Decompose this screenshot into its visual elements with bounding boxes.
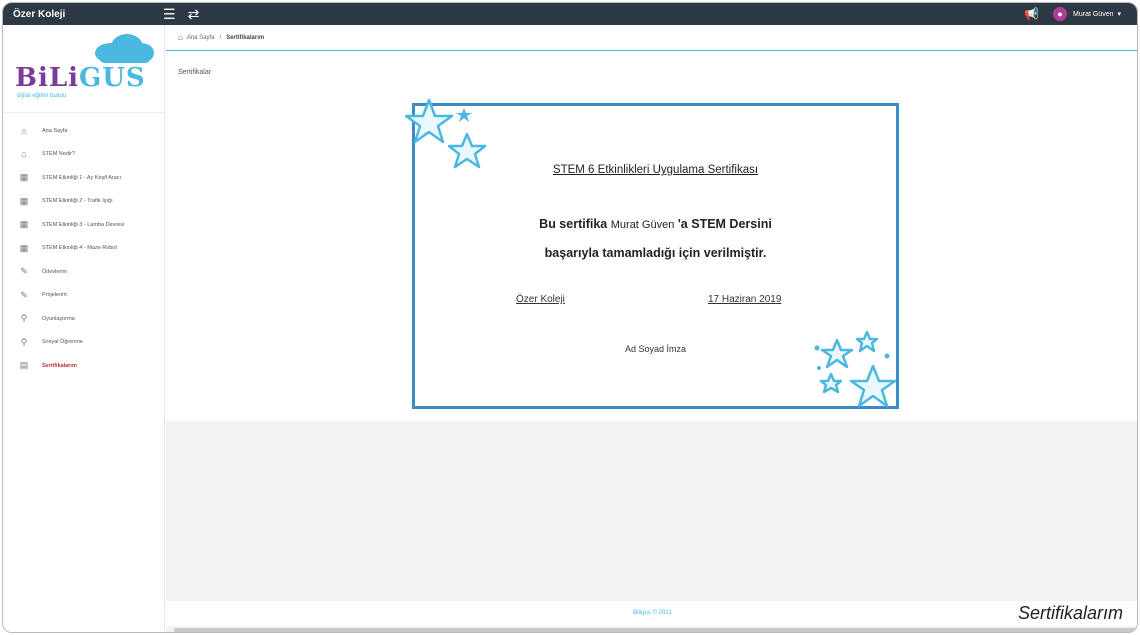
- home-icon[interactable]: ⌂: [178, 33, 183, 42]
- footer: Biligus © 2021: [166, 601, 1137, 626]
- certificates-panel: Sertifikalar STEM 6 Etkinlikleri Uygulam…: [166, 51, 1137, 421]
- certificate-line-2: başarıyla tamamladığı için verilmiştir.: [544, 246, 767, 260]
- layers-icon: ▦: [19, 242, 29, 253]
- swap-icon[interactable]: ⇄: [188, 3, 200, 25]
- panel-title: Sertifikalar: [178, 69, 212, 76]
- certificate-school: Özer Koleji: [516, 294, 565, 305]
- logo-subtitle: dijital eğitim bulutu: [17, 93, 67, 99]
- file-icon: ▤: [19, 360, 29, 371]
- megaphone-icon[interactable]: 📢: [1024, 7, 1039, 21]
- pin-icon: ⚲: [20, 336, 28, 347]
- user-name[interactable]: Murat Güven: [1073, 11, 1113, 18]
- recipient-name: Murat Güven: [610, 219, 675, 231]
- sidebar-menu: ⌂ Ana Sayfa ⌂ STEM Nedir? ▦ STEM Etkinliği …: [3, 113, 164, 378]
- cloud-icon: [95, 34, 154, 63]
- caption-label: Sertifikalarım: [1017, 603, 1123, 623]
- logo-text: BiLiGUS: [15, 63, 146, 93]
- certificate-body: Bu sertifika Murat Güven 'a STEM Dersini…: [415, 210, 896, 267]
- sidebar-item-stem-2[interactable]: ▦ STEM Etkinliği 2 - Trafik Işığı: [3, 190, 164, 214]
- pin-icon: ⚲: [20, 313, 28, 324]
- certificate: STEM 6 Etkinlikleri Uygulama Sertifikası…: [405, 98, 899, 409]
- brand-name[interactable]: Özer Koleji: [3, 9, 163, 20]
- main-content: ⌂ Ana Sayfa / Sertifikalarım Sertifikala…: [166, 25, 1137, 632]
- layers-icon: ▦: [19, 219, 29, 230]
- breadcrumb: ⌂ Ana Sayfa / Sertifikalarım: [166, 25, 1137, 51]
- certificate-line-1: Bu sertifika Murat Güven 'a STEM Dersini: [539, 217, 772, 231]
- sidebar-item-stem-1[interactable]: ▦ STEM Etkinliği 1 - Ay Keşif Aracı: [3, 166, 164, 190]
- edit-icon: ✎: [20, 289, 28, 300]
- menu-icon[interactable]: ☰: [163, 3, 176, 25]
- sidebar-item-home[interactable]: ⌂ Ana Sayfa: [3, 119, 164, 143]
- certificate-date: 17 Haziran 2019: [708, 294, 782, 305]
- breadcrumb-home[interactable]: Ana Sayfa: [187, 35, 215, 41]
- sidebar-item-oyunlastirma[interactable]: ⚲ Oyunlaştırma: [3, 307, 164, 331]
- screenshot-frame: Özer Koleji ☰ ⇄ 📢 ● Murat Güven ▾ BiLiGU…: [2, 2, 1138, 633]
- sidebar-item-sertifikalarim[interactable]: ▤ Sertifikalarım: [3, 354, 164, 378]
- breadcrumb-current: Sertifikalarım: [226, 34, 265, 41]
- sidebar-item-stem-3[interactable]: ▦ STEM Etkinliği 3 - Lamba Devresi: [3, 213, 164, 237]
- certificate-title: STEM 6 Etkinlikleri Uygulama Sertifikası: [552, 164, 759, 176]
- user-avatar-icon[interactable]: ●: [1053, 7, 1068, 21]
- home-icon: ⌂: [21, 125, 27, 136]
- sidebar-item-odevlerim[interactable]: ✎ Ödevlerim: [3, 260, 164, 284]
- layers-icon: ▦: [19, 195, 29, 206]
- top-bar-right: 📢 ● Murat Güven ▾: [1024, 7, 1137, 21]
- layers-icon: ▦: [19, 172, 29, 183]
- sidebar-item-stem-nedir[interactable]: ⌂ STEM Nedir?: [3, 143, 164, 167]
- stars-decoration-icon: [814, 330, 897, 408]
- sidebar-item-stem-4[interactable]: ▦ STEM Etkinliği 4 - Maze Robot: [3, 237, 164, 261]
- sidebar-item-projelerim[interactable]: ✎ Projelerim: [3, 284, 164, 308]
- logo[interactable]: BiLiGUS dijital eğitim bulutu: [3, 25, 164, 113]
- edit-icon: ✎: [20, 266, 28, 277]
- sidebar-item-sosyal-ogrenme[interactable]: ⚲ Sosyal Öğrenme: [3, 331, 164, 355]
- chevron-down-icon[interactable]: ▾: [1117, 10, 1121, 18]
- sidebar: BiLiGUS dijital eğitim bulutu ⌂ Ana Sayfa…: [3, 25, 165, 632]
- home-icon: ⌂: [21, 149, 27, 160]
- horizontal-scrollbar[interactable]: [174, 628, 1137, 632]
- breadcrumb-separator: /: [219, 34, 222, 41]
- top-bar: Özer Koleji ☰ ⇄ 📢 ● Murat Güven ▾: [3, 3, 1137, 25]
